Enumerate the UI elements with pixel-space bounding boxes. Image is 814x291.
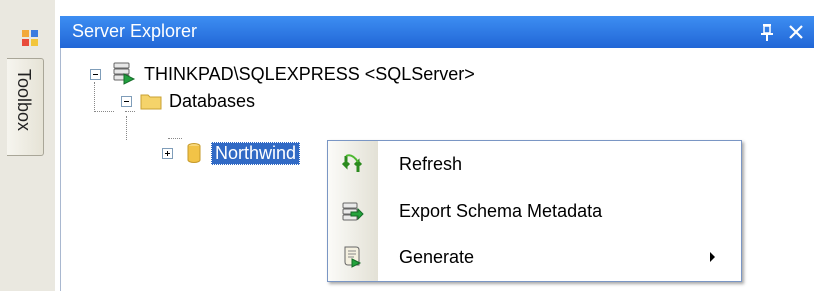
generate-icon: [344, 246, 362, 268]
tree-node-northwind[interactable]: Northwind: [162, 139, 301, 167]
folder-icon: [140, 94, 162, 110]
toolbox-tab[interactable]: Toolbox: [7, 58, 44, 156]
northwind-label: Northwind: [211, 141, 301, 165]
context-menu: Refresh Export Schema Metadata Generate: [327, 140, 742, 282]
menu-item-label: Generate: [399, 247, 475, 267]
menu-item-export-schema-metadata[interactable]: Export Schema Metadata: [328, 191, 741, 231]
export-icon: [342, 202, 364, 221]
expand-toggle[interactable]: [162, 147, 173, 159]
tree-node-databases[interactable]: Databases: [121, 87, 255, 115]
refresh-icon: [341, 154, 363, 172]
databases-label: Databases: [169, 90, 256, 111]
toolbox-icon: [22, 30, 38, 46]
menu-item-label: Export Schema Metadata: [399, 201, 603, 221]
menu-item-generate[interactable]: Generate: [328, 237, 741, 277]
database-icon: [187, 143, 201, 163]
tree-node-server[interactable]: THINKPAD\SQLEXPRESS <SQLServer>: [90, 60, 475, 88]
server-icon: [113, 62, 136, 85]
panel-title-bar[interactable]: Server Explorer: [60, 16, 814, 48]
toolbox-strip: Toolbox: [0, 0, 55, 291]
close-icon[interactable]: [785, 20, 807, 44]
menu-item-label: Refresh: [399, 154, 463, 174]
server-label: THINKPAD\SQLEXPRESS <SQLServer>: [144, 63, 475, 84]
collapse-toggle[interactable]: [121, 95, 132, 107]
tree-connector: [94, 111, 114, 112]
pin-icon[interactable]: [758, 22, 776, 42]
submenu-arrow-icon: [710, 252, 715, 262]
menu-item-refresh[interactable]: Refresh: [328, 144, 741, 184]
collapse-toggle[interactable]: [90, 68, 101, 80]
toolbox-tab-label: Toolbox: [14, 69, 34, 132]
panel-title: Server Explorer: [72, 21, 198, 41]
tree-connector: [126, 116, 127, 140]
